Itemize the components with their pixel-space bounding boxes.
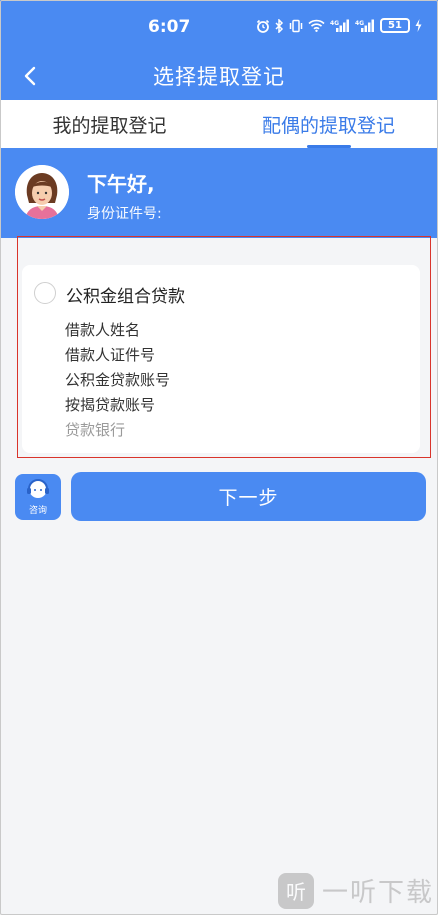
page-title: 选择提取登记: [153, 65, 285, 89]
navigation-bar: 选择提取登记: [0, 52, 438, 100]
loan-detail-bank: 贷款银行: [65, 421, 126, 439]
tab-bar: 我的提取登记 配偶的提取登记: [0, 100, 438, 148]
bluetooth-icon: [275, 18, 284, 33]
wifi-icon: [308, 19, 325, 32]
loan-detail-mortgage-account: 按揭贷款账号: [65, 396, 156, 414]
tab-label: 我的提取登记: [52, 114, 167, 137]
headset-icon: [27, 479, 49, 498]
charging-icon: [415, 19, 422, 32]
status-time: 6:07: [148, 17, 191, 37]
consult-button[interactable]: 咨询: [15, 474, 61, 520]
consult-label: 咨询: [28, 506, 47, 516]
vibrate-icon: [289, 19, 303, 33]
loan-option-title: 公积金组合贷款: [66, 287, 185, 307]
status-bar: 6:07 4G 4G 51: [0, 0, 438, 52]
signal-icon: 4G: [330, 19, 350, 32]
loan-option-card[interactable]: 公积金组合贷款 借款人姓名 借款人证件号 公积金贷款账号 按揭贷款账号 贷款银行: [22, 265, 420, 453]
tab-label: 配偶的提取登记: [261, 114, 395, 137]
tab-my-registration[interactable]: 我的提取登记: [0, 100, 219, 148]
svg-text:4G: 4G: [355, 20, 364, 27]
watermark-logo-icon: 听: [277, 872, 314, 909]
watermark-text: 一听下载: [321, 878, 434, 908]
next-step-label: 下一步: [218, 487, 279, 509]
id-number-label: 身份证件号:: [87, 206, 162, 222]
loan-detail-borrower-name: 借款人姓名: [65, 321, 141, 339]
loan-detail-borrower-id: 借款人证件号: [65, 346, 156, 364]
tab-spouse-registration[interactable]: 配偶的提取登记: [219, 100, 438, 148]
greeting-text: 下午好,: [87, 172, 155, 196]
status-icons: 4G 4G 51: [256, 18, 422, 33]
next-step-button[interactable]: 下一步: [71, 472, 426, 521]
loan-detail-list: 借款人姓名 借款人证件号 公积金贷款账号 按揭贷款账号 贷款银行: [65, 318, 170, 443]
watermark: 听 一听下载: [277, 872, 434, 909]
signal-icon: 4G: [355, 19, 375, 32]
loan-detail-fund-loan-account: 公积金贷款账号: [65, 371, 171, 389]
battery-indicator: 51: [380, 18, 410, 33]
greeting-header: 下午好, 身份证件号:: [0, 148, 438, 238]
svg-text:4G: 4G: [330, 20, 339, 27]
avatar: [15, 165, 69, 219]
loan-option-radio[interactable]: [34, 282, 56, 304]
user-avatar-icon: [15, 165, 69, 219]
alarm-icon: [256, 19, 270, 33]
